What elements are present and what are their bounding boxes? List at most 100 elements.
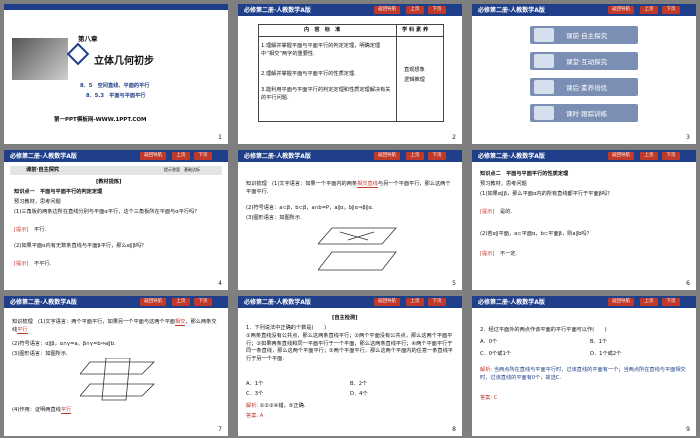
standard-item-3: 3.能利用平面与平面平行的判定定理和性质定理解决有关的平行问题. [261,87,391,102]
slide-header: 必修第二册·人教数学A版 返回导航 上页 下页 [472,150,696,162]
answer-2: 不一定. [500,251,518,257]
next-page-button[interactable]: 下页 [662,298,680,306]
standard-item-2: 2.理解并掌握平面与平面平行的性质定理. [261,71,356,77]
slide-top-band [4,4,228,10]
prev-page-button[interactable]: 上页 [172,298,190,306]
menu-button-2[interactable]: 课堂·互动探究 [530,52,638,70]
hint-label: [提示] [480,209,495,215]
option-d[interactable]: D．1个或2个 [590,350,621,358]
header-title: 必修第二册·人教数学A版 [478,153,545,160]
symbol-language: (2)符号语言：a⊂β，b⊂β，a∩b=P，a∥α，b∥α⇒β∥α. [246,205,374,211]
slide-8[interactable]: 必修第二册·人教数学A版 返回导航 上页 下页 [自主检测] 1．下列说法中正确… [238,296,462,436]
slide-7[interactable]: 必修第二册·人教数学A版 返回导航 上页 下页 知识梳理 (1)文字语言：两个平… [4,296,228,436]
page-number: 4 [218,280,222,287]
prev-page-button[interactable]: 上页 [406,152,424,160]
answer-1: 平行. [34,227,47,233]
header-title: 必修第二册·人教数学A版 [244,153,311,160]
symbol-language: (2)符号语言：α∥β，α∩γ=a，β∩γ=b⇒a∥b. [12,341,116,347]
section-bar-right: 提示答案 基础达标 [164,167,200,172]
back-nav-button[interactable]: 返回导航 [608,298,634,306]
point-title: 知识点二 平面与平面平行的性质定理 [480,171,569,177]
back-nav-button[interactable]: 返回导航 [140,152,166,160]
option-c[interactable]: C．3个 [246,390,263,398]
answer-blank: 相交 [174,319,186,326]
hint-label: [提示] [14,261,29,267]
menu-label: 课前·自主探究 [566,32,608,40]
table-header-divider [258,36,444,37]
menu-button-3[interactable]: 课后·素养培优 [530,78,638,96]
literacy-1: 直观想象 [404,67,425,73]
back-nav-button[interactable]: 返回导航 [374,6,400,14]
preview-text: 预习教材，思考问题 [14,199,61,205]
solution-label: 解析: [246,403,259,409]
question-2: (2)若α∥平面，a⊂平面α，b⊂平面β，则a∥b吗？ [480,231,592,237]
next-page-button[interactable]: 下页 [428,6,446,14]
option-a[interactable]: A．0个 [480,338,497,346]
header-title: 必修第二册·人教数学A版 [244,299,311,306]
parallel-planes-figure [318,227,397,271]
option-d[interactable]: D．4个 [350,390,368,398]
solution: 解析: 当两点所在直线与平面平行时，过该直线的平面有一个；当两点所在直线与平面相… [480,366,688,382]
theorem-text-1: 知识梳理 (1)文字语言：如果一个平面内的两条 [246,181,358,187]
slide-5[interactable]: 必修第二册·人教数学A版 返回导航 上页 下页 知识梳理 (1)文字语言：如果一… [238,150,462,290]
page-number: 3 [686,134,690,141]
back-nav-button[interactable]: 返回导航 [374,152,400,160]
menu-button-1[interactable]: 课前·自主探究 [530,26,638,44]
table-col-divider [396,24,397,122]
menu-label: 课堂·互动探究 [566,58,608,66]
question-1: (1)如果α∥β，那么平面α内的所有直线都平行于平面β吗？ [480,191,613,197]
question-1: (1)三角板的两条边所在直线分别与平面α平行，这个三角板所在平面与α平行吗？ [14,209,200,215]
page-number: 2 [452,134,456,141]
slide-2[interactable]: 必修第二册·人教数学A版 返回导航 上页 下页 内 容 标 准 学 科 素 养 … [238,4,462,144]
slide-3[interactable]: 必修第二册·人教数学A版 返回导航 上页 下页 课前·自主探究 课堂·互动探究 … [472,4,696,144]
answer-label: 答案: [246,413,259,419]
cover-decor [66,42,90,66]
menu-label: 课时·跟踪训练 [566,110,608,118]
next-page-button[interactable]: 下页 [428,152,446,160]
slide-1[interactable]: 第八章 立体几何初步 8．5 空间直线、平面的平行 8．5.3 平面与平面平行 … [4,4,228,144]
answer: 答案: C [480,394,497,402]
back-nav-button[interactable]: 返回导航 [608,152,634,160]
wave-icon [534,28,554,42]
next-page-button[interactable]: 下页 [194,298,212,306]
next-page-button[interactable]: 下页 [428,298,446,306]
usage-text-1: (4)作用：证明两直线 [12,407,61,413]
slide-4[interactable]: 必修第二册·人教数学A版 返回导航 上页 下页 课前·自主探究 提示答案 基础达… [4,150,228,290]
slide-9[interactable]: 必修第二册·人教数学A版 返回导航 上页 下页 2．经过平面外的两点作该平面的平… [472,296,696,436]
answer-label: 答案: [480,395,493,401]
block-title: [教材提炼] [96,179,122,185]
prev-page-button[interactable]: 上页 [640,6,658,14]
next-page-button[interactable]: 下页 [194,152,212,160]
option-b[interactable]: B．1个 [590,338,607,346]
col-literacy-header: 学 科 素 养 [402,27,429,33]
page-number: 7 [218,426,222,433]
menu-label: 课后·素养培优 [566,84,608,92]
prev-page-button[interactable]: 上页 [640,152,658,160]
solution: 解析: ①②③④错，⑤正确. [246,402,305,410]
slide-6[interactable]: 必修第二册·人教数学A版 返回导航 上页 下页 知识点二 平面与平面平行的性质定… [472,150,696,290]
option-b[interactable]: B．2个 [350,380,367,388]
back-nav-button[interactable]: 返回导航 [374,298,400,306]
back-nav-button[interactable]: 返回导航 [608,6,634,14]
theorem-text: 知识梳理 (1)文字语言：如果一个平面内的两条相交直线与另一个平面平行，那么这两… [246,180,454,196]
prev-page-button[interactable]: 上页 [406,298,424,306]
prev-page-button[interactable]: 上页 [640,298,658,306]
figure-language: (3)图形语言：如图所示. [12,351,68,357]
next-page-button[interactable]: 下页 [662,6,680,14]
next-page-button[interactable]: 下页 [662,152,680,160]
header-title: 必修第二册·人教数学A版 [478,299,545,306]
chapter-label: 第八章 [78,35,98,43]
menu-button-4[interactable]: 课时·跟踪训练 [530,104,638,122]
option-a[interactable]: A．1个 [246,380,263,388]
theorem-text: 知识梳理 (1)文字语言：两个平面平行，如果另一个平面与这两个平面相交，那么两条… [12,318,220,335]
back-nav-button[interactable]: 返回导航 [140,298,166,306]
page-number: 1 [218,134,222,141]
solution-text: 当两点所在直线与平面平行时，过该直线的平面有一个；当两点所在直线与平面相交时，过… [480,367,686,382]
option-c[interactable]: C．0个或1个 [480,350,511,358]
prev-page-button[interactable]: 上页 [406,6,424,14]
prev-page-button[interactable]: 上页 [172,152,190,160]
slide-header: 必修第二册·人教数学A版 返回导航 上页 下页 [238,296,462,308]
answer-2: 不平行. [34,261,52,267]
solution-text: ①②③④错，⑤正确. [259,403,306,409]
three-planes-figure [80,358,155,401]
